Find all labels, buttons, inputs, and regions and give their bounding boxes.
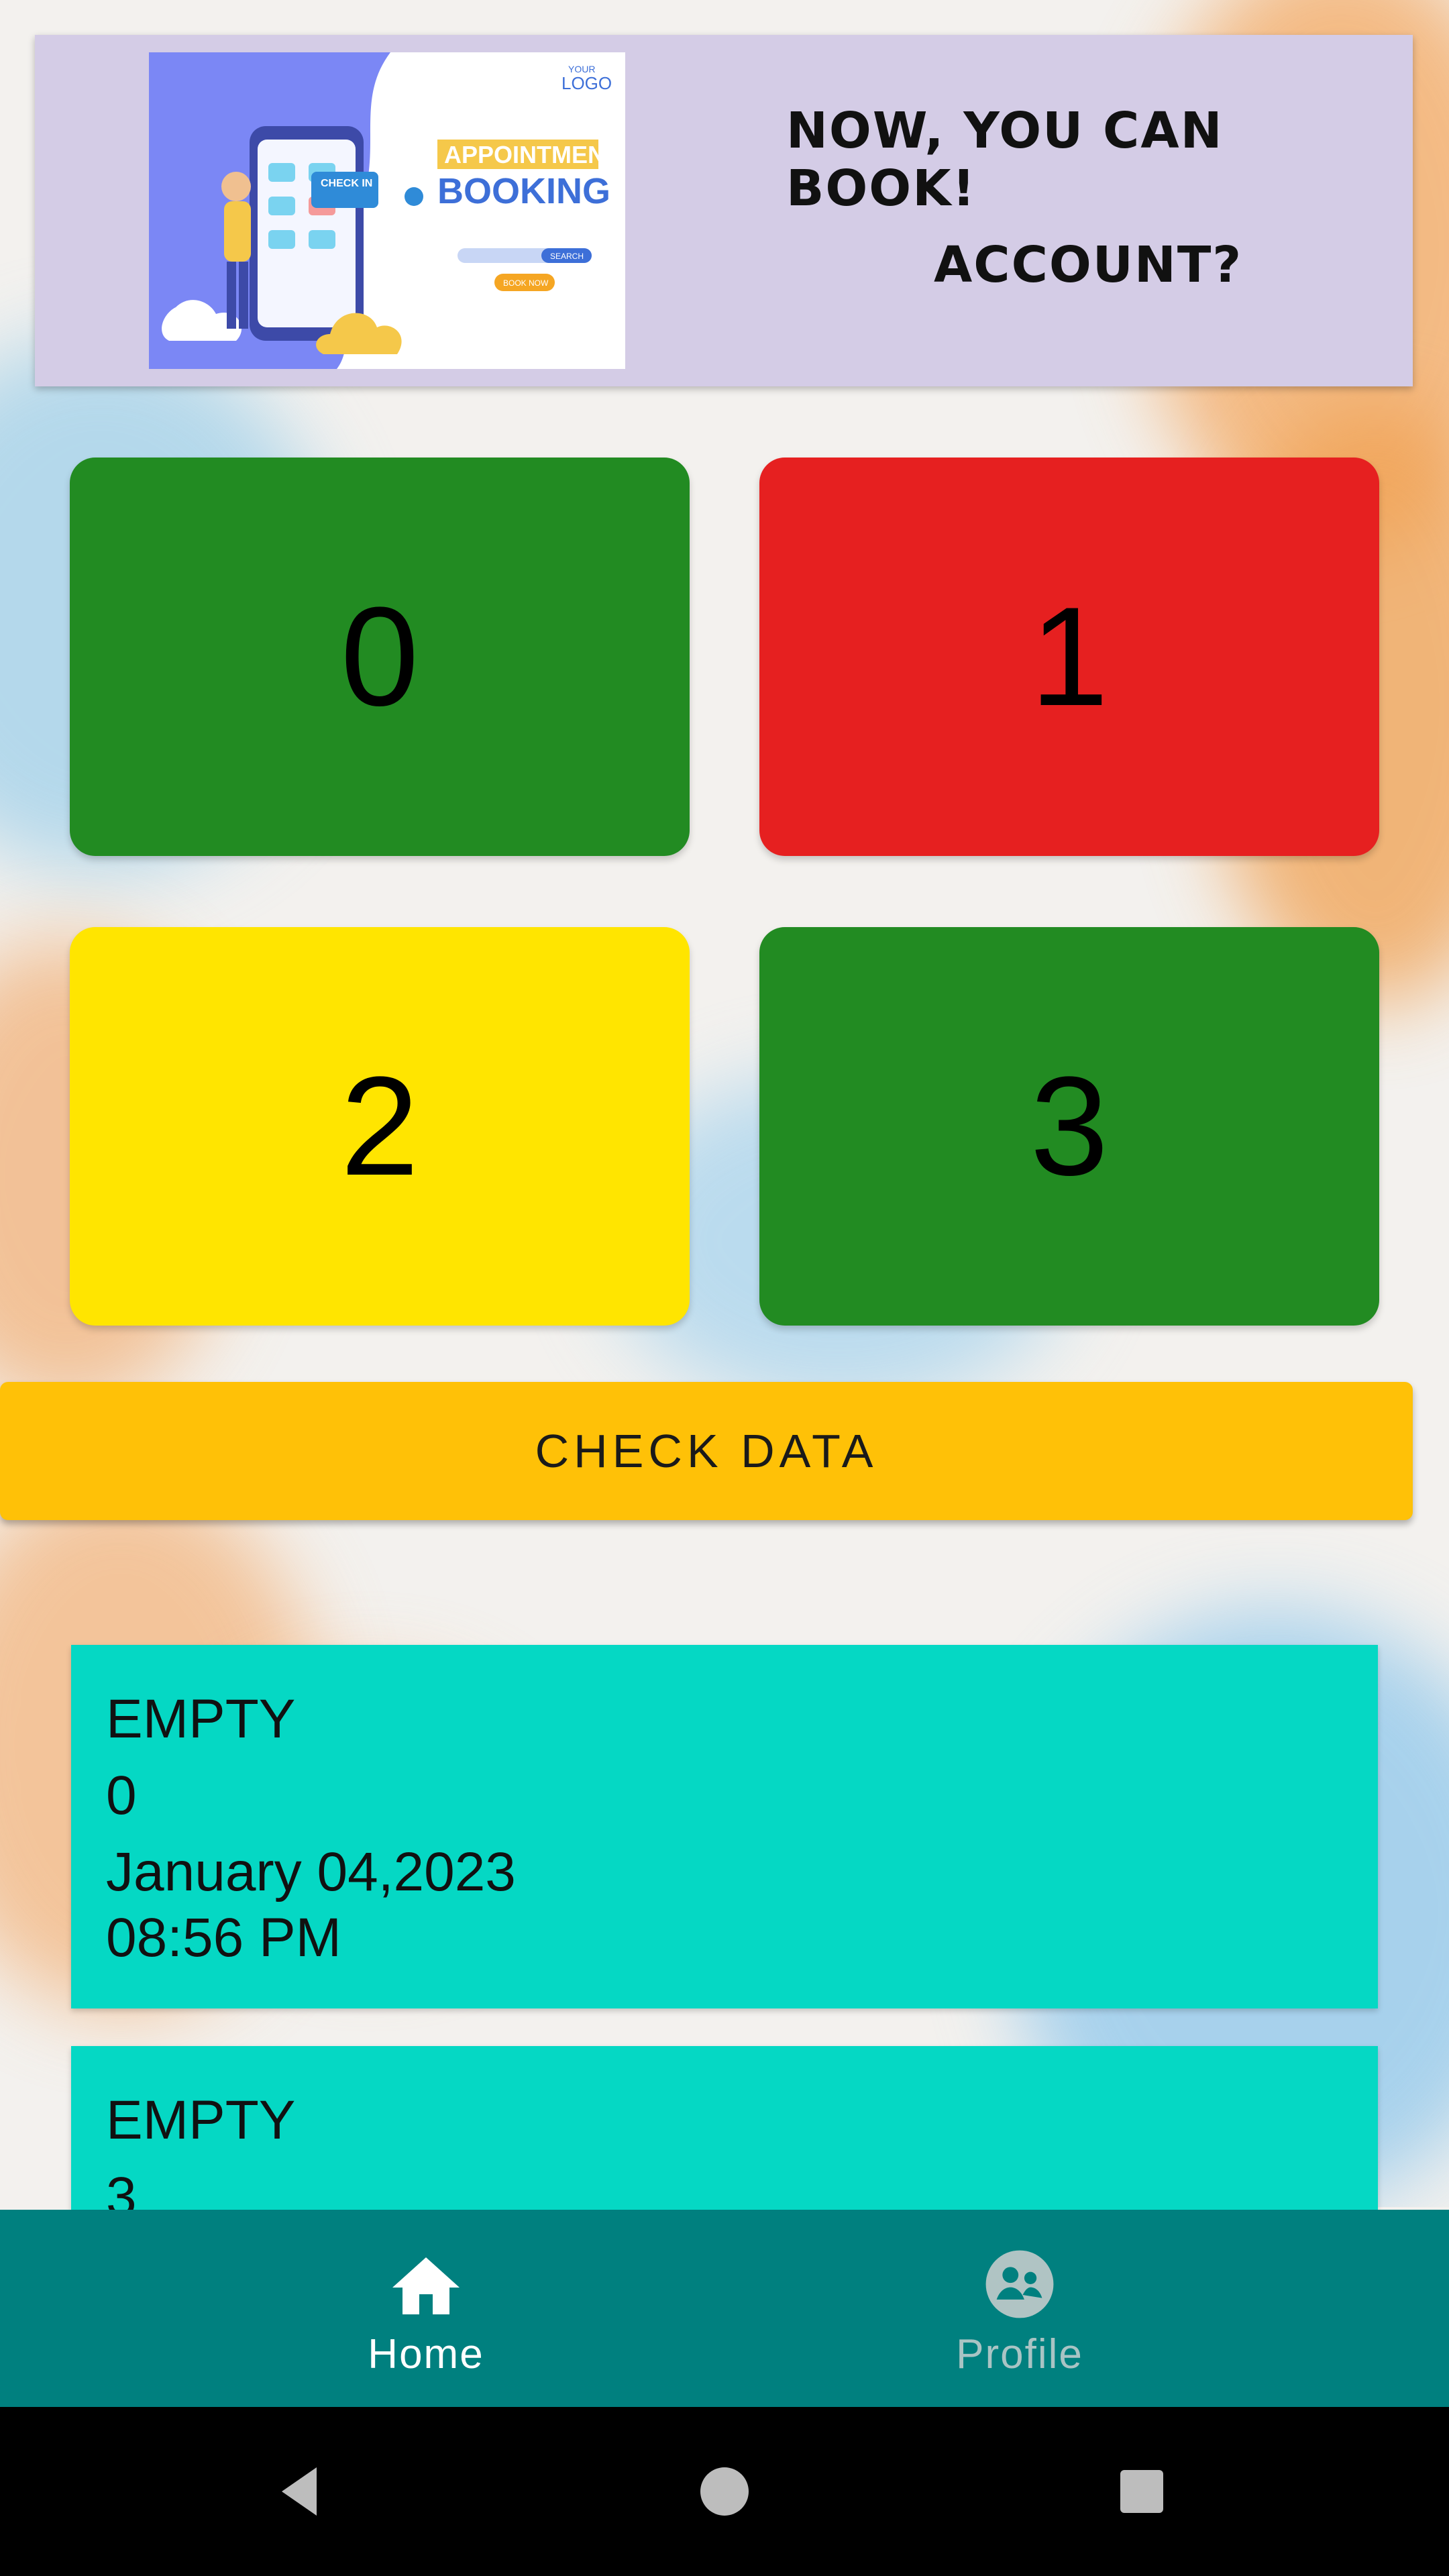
bottom-navigation: Home Profile xyxy=(0,2210,1449,2407)
status-tile-3[interactable]: 3 xyxy=(759,927,1379,1326)
list-item[interactable]: EMPTY 0 January 04,2023 08:56 PM xyxy=(71,1645,1378,2008)
tile-label: 3 xyxy=(1030,1047,1109,1205)
banner-headline: Now, You can book! xyxy=(786,102,1224,217)
appointment-booking-illustration: CHECK IN APPOINTMENT BOOKING SEARCH BOOK… xyxy=(149,52,625,369)
card-status: EMPTY xyxy=(106,1688,296,1750)
check-data-label: CHECK DATA xyxy=(535,1425,878,1477)
home-circle-icon[interactable] xyxy=(692,2459,757,2524)
status-tile-2[interactable]: 2 xyxy=(70,927,690,1326)
system-navigation-bar xyxy=(0,2407,1449,2576)
status-tile-1[interactable]: 1 xyxy=(759,458,1379,856)
home-icon xyxy=(392,2257,460,2314)
card-value: 0 xyxy=(106,1765,137,1826)
tile-label: 1 xyxy=(1030,578,1109,735)
promo-banner: CHECK IN APPOINTMENT BOOKING SEARCH BOOK… xyxy=(35,35,1413,386)
back-icon[interactable] xyxy=(268,2459,333,2524)
nav-profile[interactable]: Profile xyxy=(657,2210,1382,2407)
appointment-text: APPOINTMENT xyxy=(444,141,620,168)
card-date: January 04,2023 xyxy=(106,1841,516,1902)
check-data-button[interactable]: CHECK DATA xyxy=(0,1382,1413,1520)
search-text: SEARCH xyxy=(550,252,584,261)
card-status: EMPTY xyxy=(106,2090,296,2151)
profile-icon xyxy=(985,2250,1054,2318)
card-time: 08:56 PM xyxy=(106,1907,341,1968)
nav-profile-label: Profile xyxy=(956,2331,1083,2377)
banner-subline: ACCOUNT? xyxy=(934,236,1243,294)
booking-text: BOOKING xyxy=(437,171,610,211)
logo-text: LOGO xyxy=(561,73,612,93)
book-now-text: BOOK NOW xyxy=(503,278,549,288)
tile-label: 2 xyxy=(340,1047,419,1205)
recents-icon[interactable] xyxy=(1110,2459,1174,2524)
check-in-text: CHECK IN xyxy=(321,178,372,189)
status-tile-0[interactable]: 0 xyxy=(70,458,690,856)
tile-label: 0 xyxy=(340,578,419,735)
